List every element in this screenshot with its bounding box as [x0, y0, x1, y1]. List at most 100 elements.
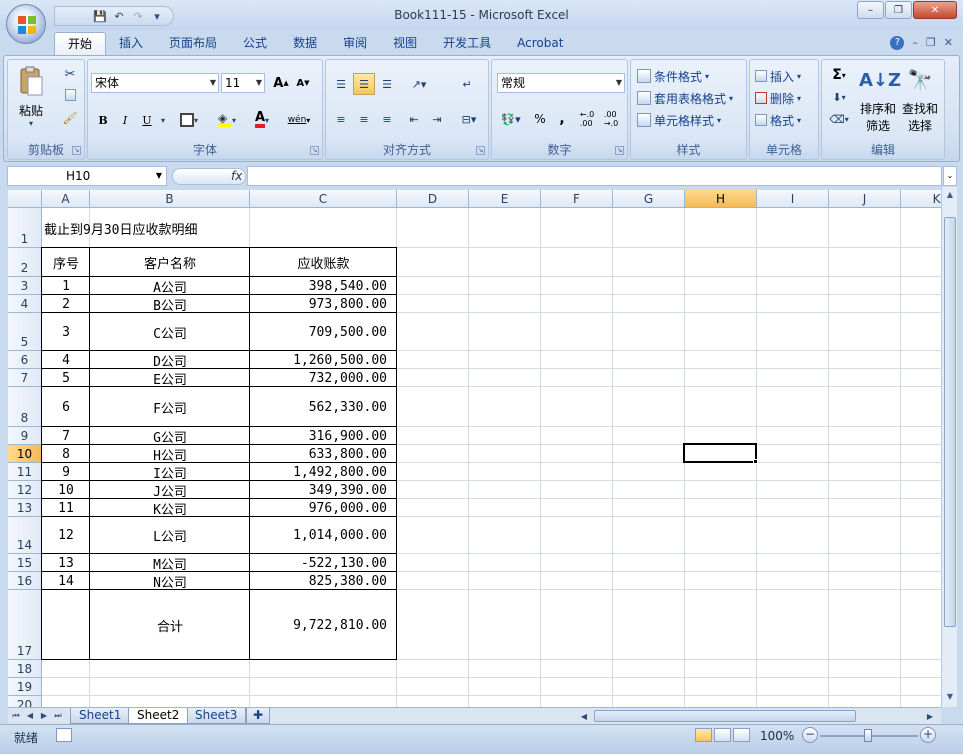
scroll-left-icon[interactable]: ◀ — [578, 710, 590, 724]
row-header-8[interactable]: 8 — [8, 387, 42, 427]
column-header-h[interactable]: H — [685, 190, 757, 208]
restore-button[interactable]: ❐ — [885, 1, 912, 19]
amount-cell[interactable]: 633,800.00 — [250, 445, 397, 463]
align-left-icon[interactable]: ≡ — [330, 108, 352, 130]
conditional-format-button[interactable]: 条件格式 ▾ — [637, 66, 709, 86]
customer-name-cell[interactable]: E公司 — [90, 369, 250, 388]
header-seq-cell[interactable]: 序号 — [42, 248, 90, 277]
sheet-tab-sheet3[interactable]: Sheet3 — [186, 708, 247, 724]
seq-cell[interactable]: 9 — [42, 463, 90, 481]
row-header-13[interactable]: 13 — [8, 499, 42, 517]
zoom-slider-knob[interactable] — [864, 729, 872, 742]
next-sheet-icon[interactable]: ▶ — [38, 709, 50, 723]
customer-name-cell[interactable]: L公司 — [90, 517, 250, 554]
seq-cell[interactable]: 4 — [42, 351, 90, 369]
tab-data[interactable]: 数据 — [280, 32, 330, 56]
insert-cells-button[interactable]: 插入 ▾ — [755, 66, 801, 86]
tab-home[interactable]: 开始 — [54, 32, 107, 56]
seq-cell[interactable]: 5 — [42, 369, 90, 387]
tab-developer[interactable]: 开发工具 — [430, 32, 504, 56]
horizontal-scroll-thumb[interactable] — [594, 710, 856, 722]
seq-cell[interactable]: 12 — [42, 517, 90, 554]
row-header-10[interactable]: 10 — [8, 445, 42, 463]
row-header-1[interactable]: 1 — [8, 208, 42, 248]
paste-dropdown-icon[interactable]: ▾ — [24, 118, 38, 128]
office-button[interactable] — [6, 4, 46, 44]
format-painter-icon[interactable]: 🖌 — [62, 110, 78, 126]
amount-cell[interactable]: 562,330.00 — [250, 387, 397, 427]
header-name-cell[interactable]: 客户名称 — [90, 248, 250, 277]
amount-cell[interactable]: 732,000.00 — [250, 369, 397, 387]
seq-cell[interactable]: 11 — [42, 499, 90, 517]
bold-button[interactable]: B — [93, 110, 113, 130]
increase-indent-icon[interactable]: ⇥ — [426, 108, 448, 130]
customer-name-cell[interactable]: J公司 — [90, 481, 250, 500]
select-all-corner[interactable] — [8, 190, 42, 208]
format-cells-button[interactable]: 格式 ▾ — [755, 110, 801, 130]
orientation-icon[interactable]: ↗▾ — [402, 73, 436, 95]
first-sheet-icon[interactable]: ⏮ — [10, 709, 22, 723]
customer-name-cell[interactable]: K公司 — [90, 499, 250, 518]
customer-name-cell[interactable]: N公司 — [90, 572, 250, 591]
ribbon-restore-icon[interactable]: ❐ — [926, 36, 936, 50]
customer-name-cell[interactable]: F公司 — [90, 387, 250, 427]
shrink-font-icon[interactable]: A ▼ — [293, 73, 313, 93]
decrease-decimal-icon[interactable]: .00 →.0 — [600, 108, 622, 130]
delete-cells-button[interactable]: 删除 ▾ — [755, 88, 801, 108]
paste-icon[interactable] — [16, 64, 46, 98]
font-launcher-icon[interactable]: ↘ — [310, 146, 319, 155]
insert-function-button[interactable]: fx — [231, 169, 242, 183]
row-header-4[interactable]: 4 — [8, 295, 42, 313]
prev-sheet-icon[interactable]: ◀ — [24, 709, 36, 723]
scroll-down-icon[interactable]: ▼ — [944, 691, 956, 703]
autosum-icon[interactable]: Σ ▾ — [828, 66, 850, 84]
row-header-9[interactable]: 9 — [8, 427, 42, 445]
column-header-b[interactable]: B — [90, 190, 250, 208]
customer-name-cell[interactable]: H公司 — [90, 445, 250, 464]
number-format-select[interactable]: 常规 ▼ — [497, 73, 625, 93]
grow-font-icon[interactable]: A ▲ — [271, 73, 291, 93]
help-icon[interactable]: ? — [890, 36, 905, 50]
last-sheet-icon[interactable]: ⏭ — [52, 709, 64, 723]
decrease-indent-icon[interactable]: ⇤ — [403, 108, 425, 130]
amount-cell[interactable]: 825,380.00 — [250, 572, 397, 590]
zoom-level[interactable]: 100% — [760, 729, 794, 743]
horizontal-scrollbar[interactable]: ◀ ▶ — [576, 709, 941, 724]
row-header-15[interactable]: 15 — [8, 554, 42, 572]
clear-icon[interactable]: ⌫ ▾ — [828, 110, 850, 128]
seq-cell[interactable]: 13 — [42, 554, 90, 572]
seq-cell[interactable]: 7 — [42, 427, 90, 445]
align-center-icon[interactable]: ≡ — [353, 108, 375, 130]
alignment-launcher-icon[interactable]: ↘ — [476, 146, 485, 155]
row-header-20[interactable]: 20 — [8, 696, 42, 707]
minimize-button[interactable]: – — [857, 1, 884, 19]
customer-name-cell[interactable]: G公司 — [90, 427, 250, 446]
sort-filter-icon[interactable]: A↓Z — [859, 64, 901, 96]
customer-name-cell[interactable]: A公司 — [90, 277, 250, 296]
fill-icon[interactable]: ⬇ ▾ — [828, 88, 850, 106]
underline-button[interactable]: U — [137, 110, 157, 130]
customer-name-cell[interactable]: C公司 — [90, 313, 250, 351]
tab-page-layout[interactable]: 页面布局 — [156, 32, 230, 56]
paste-label[interactable]: 粘贴 — [14, 102, 48, 118]
column-header-c[interactable]: C — [250, 190, 397, 208]
cell-styles-button[interactable]: 单元格样式 ▾ — [637, 110, 721, 130]
customer-name-cell[interactable]: I公司 — [90, 463, 250, 482]
sheet-tab-sheet2[interactable]: Sheet2 — [128, 708, 189, 724]
insert-sheet-icon[interactable]: ✚ — [246, 708, 271, 724]
sheet-title-cell[interactable]: 截止到9月30日应收款明细 — [42, 208, 397, 248]
amount-cell[interactable]: 1,014,000.00 — [250, 517, 397, 554]
cut-icon[interactable]: ✂ — [62, 66, 78, 82]
amount-cell[interactable]: 1,260,500.00 — [250, 351, 397, 369]
seq-cell[interactable]: 14 — [42, 572, 90, 590]
total-amount-cell[interactable]: 9,722,810.00 — [250, 590, 397, 660]
normal-view-icon[interactable] — [695, 728, 712, 742]
sort-filter-label-2[interactable]: 筛选 — [858, 118, 898, 133]
name-box[interactable]: H10 ▼ — [7, 166, 167, 186]
align-right-icon[interactable]: ≡ — [376, 108, 398, 130]
ribbon-close-icon[interactable]: ✕ — [944, 36, 953, 50]
column-header-i[interactable]: I — [757, 190, 829, 208]
seq-cell[interactable]: 3 — [42, 313, 90, 351]
row-header-19[interactable]: 19 — [8, 678, 42, 696]
formula-input[interactable] — [247, 166, 942, 186]
